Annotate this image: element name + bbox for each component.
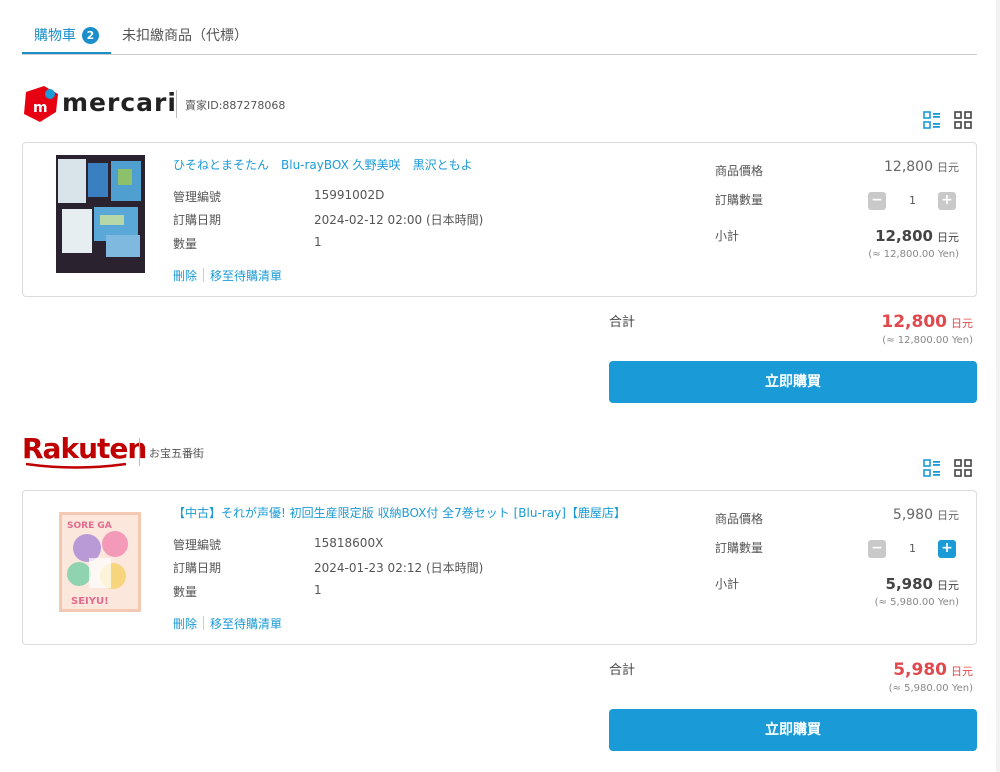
meta-value: 15818600X xyxy=(314,536,384,550)
total-label: 合計 xyxy=(609,315,636,330)
delete-link[interactable]: 刪除 xyxy=(173,617,197,631)
buy-now-button[interactable]: 立即購買 xyxy=(609,709,977,751)
total-yen-note: (≈ 5,980.00 Yen) xyxy=(888,683,973,694)
quantity-stepper: − 1 + xyxy=(868,540,957,559)
subtotal-yen-note: (≈ 5,980.00 Yen) xyxy=(874,597,959,608)
meta-value: 1 xyxy=(314,235,322,249)
meta-label: 管理編號 xyxy=(173,538,222,552)
currency-unit: 日元 xyxy=(951,665,973,678)
subtotal-amount: 5,980 xyxy=(885,575,933,593)
currency-unit: 日元 xyxy=(937,579,959,592)
grid-view-icon[interactable] xyxy=(954,111,972,129)
tab-bar: 購物車 2 未扣繳商品（代標） xyxy=(22,0,977,55)
total-value: 5,980 日元 xyxy=(893,660,973,680)
quantity-label: 訂購數量 xyxy=(715,193,764,207)
total-value: 12,800 日元 xyxy=(881,312,973,332)
svg-text:SEIYU!: SEIYU! xyxy=(71,596,109,607)
meta-value: 1 xyxy=(314,583,322,597)
cart-panel: 購物車 2 未扣繳商品（代標） m mercari 賣家ID:887278068 xyxy=(0,0,996,772)
price-amount: 12,800 xyxy=(884,159,933,175)
total-amount: 12,800 xyxy=(881,312,947,332)
rakuten-logo-swoosh xyxy=(25,462,127,469)
increment-button[interactable]: + xyxy=(938,540,956,558)
meta-label: 數量 xyxy=(173,237,198,251)
divider xyxy=(139,438,140,466)
meta-value: 15991002D xyxy=(314,188,385,202)
increment-button[interactable]: + xyxy=(938,192,956,210)
price-label: 商品價格 xyxy=(715,512,764,526)
divider xyxy=(176,90,177,118)
price-label: 商品價格 xyxy=(715,164,764,178)
quantity-stepper: − 1 + xyxy=(868,192,957,211)
total-yen-note: (≈ 12,800.00 Yen) xyxy=(882,335,973,346)
store-logo-text-rakuten: Rakuten xyxy=(22,432,147,465)
subtotal-amount: 12,800 xyxy=(875,227,933,245)
decrement-button[interactable]: − xyxy=(868,192,886,210)
view-toggle xyxy=(923,111,973,129)
subtotal-value: 5,980 日元 xyxy=(886,575,959,593)
item-title-link[interactable]: 【中古】それが声優! 初回生産限定版 収納BOX付 全7巻セット [Blu-ra… xyxy=(173,504,626,521)
meta-value: 2024-02-12 02:00 (日本時間) xyxy=(314,213,484,227)
move-to-wishlist-link[interactable]: 移至待購清單 xyxy=(210,617,282,631)
price-amount: 5,980 xyxy=(892,507,933,523)
decrement-button[interactable]: − xyxy=(868,540,886,558)
subtotal-yen-note: (≈ 12,800.00 Yen) xyxy=(868,249,959,260)
grid-view-icon[interactable] xyxy=(954,459,972,477)
divider xyxy=(203,268,205,282)
svg-text:SORE GA: SORE GA xyxy=(67,521,112,531)
mercari-logo-mark: m xyxy=(24,86,58,122)
item-actions: 刪除 移至待購清單 xyxy=(173,267,282,284)
move-to-wishlist-link[interactable]: 移至待購清單 xyxy=(210,269,282,283)
subtotal-label: 小計 xyxy=(715,577,740,591)
subtotal-label: 小計 xyxy=(715,229,740,243)
cart-item-card: ひそねとまそたん Blu-rayBOX 久野美咲 黒沢ともよ 管理編號 1599… xyxy=(22,142,977,297)
meta-label: 訂購日期 xyxy=(173,561,222,575)
svg-text:m: m xyxy=(33,100,48,116)
seller-name: お宝五番街 xyxy=(149,447,204,460)
total-label: 合計 xyxy=(609,663,636,678)
item-actions: 刪除 移至待購清單 xyxy=(173,615,282,632)
cart-count-badge: 2 xyxy=(82,27,99,44)
total-amount: 5,980 xyxy=(893,660,947,680)
view-toggle xyxy=(923,459,973,477)
meta-label: 管理編號 xyxy=(173,190,222,204)
product-thumbnail[interactable]: SORE GA SEIYU! xyxy=(59,512,141,612)
currency-unit: 日元 xyxy=(951,317,973,330)
store-header-rakuten: Rakuten お宝五番街 xyxy=(22,432,422,472)
quantity-value[interactable]: 1 xyxy=(890,192,935,210)
delete-link[interactable]: 刪除 xyxy=(173,269,197,283)
list-view-icon[interactable] xyxy=(923,459,941,477)
cart-item-card: SORE GA SEIYU! 【中古】それが声優! 初回生産限定版 収納BOX付… xyxy=(22,490,977,645)
store-logo-text-mercari: mercari xyxy=(62,88,177,117)
quantity-value[interactable]: 1 xyxy=(890,540,935,558)
product-thumbnail[interactable] xyxy=(56,155,145,273)
seller-id: 賣家ID:887278068 xyxy=(185,99,286,112)
divider xyxy=(203,616,205,630)
store-header-mercari: m mercari 賣家ID:887278068 xyxy=(22,86,422,126)
subtotal-value: 12,800 日元 xyxy=(875,227,959,245)
item-title-link[interactable]: ひそねとまそたん Blu-rayBOX 久野美咲 黒沢ともよ xyxy=(173,156,473,173)
tab-cart-label: 購物車 xyxy=(34,28,76,44)
tab-cart[interactable]: 購物車 2 xyxy=(22,25,111,54)
tab-unpaid-items[interactable]: 未扣繳商品（代標） xyxy=(122,25,248,45)
price-value: 12,800 日元 xyxy=(884,159,959,175)
meta-label: 訂購日期 xyxy=(173,213,222,227)
list-view-icon[interactable] xyxy=(923,111,941,129)
currency-unit: 日元 xyxy=(937,161,959,174)
meta-label: 數量 xyxy=(173,585,198,599)
buy-now-button[interactable]: 立即購買 xyxy=(609,361,977,403)
currency-unit: 日元 xyxy=(937,509,959,522)
price-value: 5,980 日元 xyxy=(893,507,959,523)
quantity-label: 訂購數量 xyxy=(715,541,764,555)
currency-unit: 日元 xyxy=(937,231,959,244)
meta-value: 2024-01-23 02:12 (日本時間) xyxy=(314,561,484,575)
